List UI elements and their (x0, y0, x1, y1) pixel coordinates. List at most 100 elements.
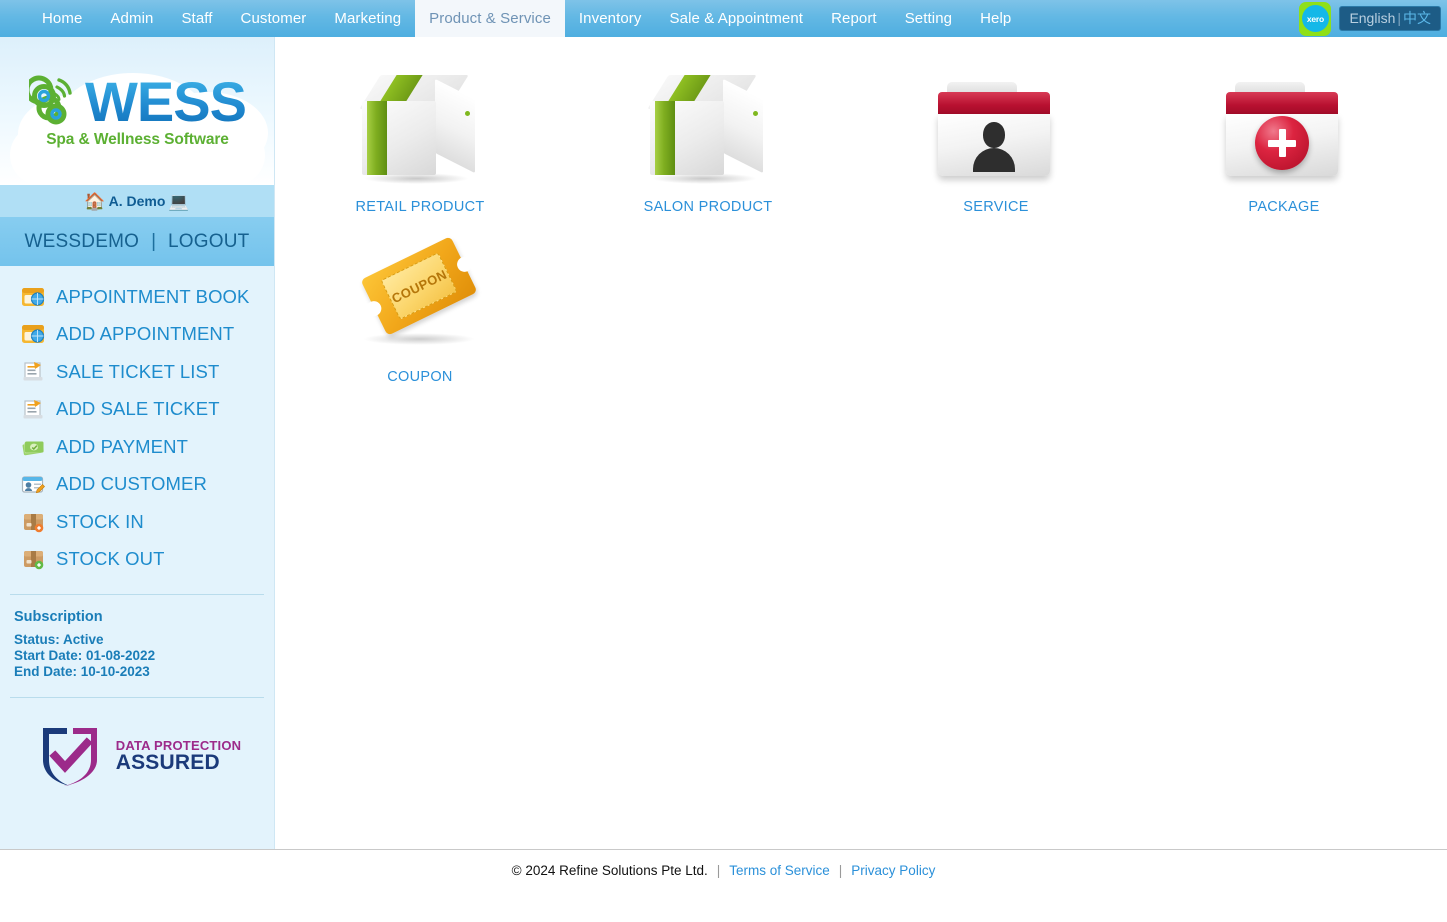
main-content: RETAIL PRODUCT SALON PRODUCT SERVICE PAC… (276, 37, 1447, 849)
top-navigation-bar: Home Admin Staff Customer Marketing Prod… (0, 0, 1447, 37)
sidebar-quick-menu: APPOINTMENT BOOK ADD APPOINTMENT SALE TI… (0, 266, 274, 578)
nav-label: Customer (240, 10, 307, 27)
tile-label: RETAIL PRODUCT (355, 199, 485, 215)
appointment-book-icon (20, 285, 46, 309)
badge-inner: DATA PROTECTION ASSURED (33, 720, 242, 792)
sidebar-item-label: ADD PAYMENT (56, 435, 188, 457)
tile-label: PACKAGE (1248, 199, 1320, 215)
sidebar-item-add-customer[interactable]: ADD CUSTOMER (0, 466, 274, 504)
stock-out-icon (20, 547, 46, 571)
terms-of-service-link[interactable]: Terms of Service (729, 863, 830, 878)
tile-art (1225, 55, 1343, 203)
add-sale-ticket-icon (20, 397, 46, 421)
xero-icon[interactable]: xero (1299, 1, 1332, 36)
data-protection-badge: DATA PROTECTION ASSURED (0, 698, 274, 792)
language-chinese-label: 中文 (1403, 10, 1431, 26)
subscription-end-date: End Date: 10-10-2023 (14, 663, 150, 679)
sidebar-item-sale-ticket-list[interactable]: SALE TICKET LIST (0, 353, 274, 391)
nav-item-admin[interactable]: Admin (96, 0, 167, 37)
brand-logo-area[interactable]: WESS Spa & Wellness Software (0, 37, 274, 185)
sidebar-item-add-payment[interactable]: ADD PAYMENT (0, 428, 274, 466)
tile-coupon[interactable]: COUPON COUPON (276, 215, 564, 385)
user-band-separator: | (151, 230, 157, 252)
nav-item-sale-and-appointment[interactable]: Sale & Appointment (656, 0, 818, 37)
nav-item-staff[interactable]: Staff (167, 0, 226, 37)
add-customer-icon (20, 472, 46, 496)
logout-link[interactable]: LOGOUT (168, 231, 249, 253)
sale-ticket-list-icon (20, 360, 46, 384)
sidebar-item-label: STOCK IN (56, 510, 144, 532)
tile-art (937, 55, 1055, 203)
tile-art (358, 55, 482, 203)
footer-inner: © 2024 Refine Solutions Pte Ltd. | Terms… (512, 863, 936, 878)
add-appointment-icon (20, 322, 46, 346)
brand-name: WESS (85, 69, 247, 133)
subscription-start-date: Start Date: 01-08-2022 (14, 647, 156, 663)
tile-package[interactable]: PACKAGE (1140, 45, 1428, 215)
badge-text: DATA PROTECTION ASSURED (116, 739, 242, 774)
nav-item-report[interactable]: Report (817, 0, 891, 37)
outlet-name: A. Demo (108, 193, 166, 209)
box-product-icon (646, 67, 770, 191)
nav-item-help[interactable]: Help (966, 0, 1025, 37)
nav-item-setting[interactable]: Setting (891, 0, 966, 37)
stock-in-icon (20, 510, 46, 534)
sidebar: WESS Spa & Wellness Software 🏠 A. Demo 💻… (0, 37, 275, 849)
sidebar-item-label: STOCK OUT (56, 548, 165, 570)
sidebar-item-add-appointment[interactable]: ADD APPOINTMENT (0, 316, 274, 354)
brand-tagline: Spa & Wellness Software (46, 130, 229, 148)
coupon-art-label: COUPON (380, 252, 458, 320)
nav-label: Inventory (578, 10, 642, 27)
nav-label: Staff (181, 10, 213, 27)
footer-separator-2: | (838, 863, 843, 878)
privacy-policy-link[interactable]: Privacy Policy (851, 863, 935, 878)
subscription-title: Subscription (14, 609, 103, 625)
nav-label: Sale & Appointment (669, 10, 804, 27)
nav-label: Marketing (334, 10, 402, 27)
shield-check-icon (42, 728, 97, 787)
tile-label: SALON PRODUCT (643, 199, 773, 215)
sidebar-item-label: ADD SALE TICKET (56, 398, 220, 420)
tile-service[interactable]: SERVICE (852, 45, 1140, 215)
language-english-label: English (1349, 10, 1396, 26)
folder-person-icon (937, 70, 1055, 188)
badge-line-1: DATA PROTECTION (115, 738, 242, 754)
page-footer: © 2024 Refine Solutions Pte Ltd. | Terms… (0, 850, 1447, 922)
tile-retail-product[interactable]: RETAIL PRODUCT (276, 45, 564, 215)
nav-item-marketing[interactable]: Marketing (320, 0, 415, 37)
nav-item-product-and-service[interactable]: Product & Service (415, 0, 565, 37)
laptop-icon: 💻 (168, 191, 190, 211)
sidebar-item-add-sale-ticket[interactable]: ADD SALE TICKET (0, 391, 274, 429)
logo-wrapper: WESS Spa & Wellness Software (0, 37, 274, 185)
house-icon: 🏠 (84, 191, 106, 211)
account-name-link[interactable]: WESSDEMO (25, 231, 140, 253)
badge-line-2: ASSURED (115, 751, 220, 775)
tile-salon-product[interactable]: SALON PRODUCT (564, 45, 852, 215)
module-tile-grid: RETAIL PRODUCT SALON PRODUCT SERVICE PAC… (276, 37, 1447, 385)
nav-item-inventory[interactable]: Inventory (565, 0, 656, 37)
sidebar-item-label: APPOINTMENT BOOK (56, 285, 250, 307)
sidebar-item-stock-out[interactable]: STOCK OUT (0, 541, 274, 579)
wess-wifi-mark-icon (29, 75, 72, 124)
tile-art (646, 55, 770, 203)
sidebar-item-label: SALE TICKET LIST (56, 360, 220, 382)
nav-label: Home (42, 10, 83, 27)
sidebar-item-appointment-book[interactable]: APPOINTMENT BOOK (0, 278, 274, 316)
person-silhouette-icon (971, 122, 1017, 172)
nav-label: Report (831, 10, 877, 27)
plus-badge-icon (1255, 116, 1309, 170)
tile-art: COUPON (355, 225, 485, 373)
folder-plus-icon (1225, 70, 1343, 188)
subscription-panel: Subscription Status: Active Start Date: … (0, 595, 274, 679)
nav-label: Admin (110, 10, 154, 27)
nav-right-group: xero English | 中文 (1299, 0, 1447, 37)
sidebar-item-label: ADD APPOINTMENT (56, 323, 235, 345)
nav-item-customer[interactable]: Customer (227, 0, 321, 37)
copyright-text: © 2024 Refine Solutions Pte Ltd. (511, 863, 708, 878)
xero-logo-label: xero (1301, 5, 1329, 32)
box-product-icon (358, 67, 482, 191)
language-switch-button[interactable]: English | 中文 (1339, 6, 1441, 31)
nav-item-home[interactable]: Home (28, 0, 96, 37)
coupon-ticket-icon: COUPON (355, 236, 485, 361)
sidebar-item-stock-in[interactable]: STOCK IN (0, 503, 274, 541)
